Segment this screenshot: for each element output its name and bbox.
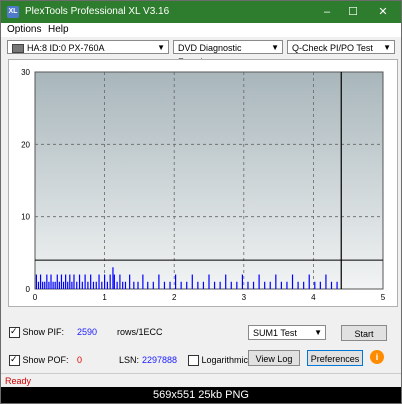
pif-unit: rows/1ECC xyxy=(117,327,163,337)
app-icon: XL xyxy=(7,6,19,18)
test-select-value: Q-Check PI/PO Test xyxy=(292,43,373,53)
logarithmic-row: Logarithmic xyxy=(188,355,249,367)
preferences-button[interactable]: Preferences xyxy=(307,350,363,366)
maximize-button[interactable]: ☐ xyxy=(341,4,365,20)
close-button[interactable]: ✕ xyxy=(371,4,395,20)
drive-select[interactable]: HA:8 ID:0 PX-760A ▼ xyxy=(7,40,169,54)
function-select[interactable]: DVD Diagnostic Functions ▼ xyxy=(173,40,283,67)
pof-value: 0 xyxy=(77,355,83,365)
app-window: XL PlexTools Professional XL V3.16 – ☐ ✕… xyxy=(0,0,402,404)
status-bar: Ready xyxy=(1,373,401,387)
view-log-button[interactable]: View Log xyxy=(248,350,300,366)
y-tick-label: 20 xyxy=(21,140,30,149)
logarithmic-label: Logarithmic xyxy=(201,355,249,365)
start-button[interactable]: Start xyxy=(341,325,387,341)
sum-test-select-value: SUM1 Test xyxy=(253,328,297,338)
show-pif-row: Show PIF: xyxy=(9,326,65,339)
drive-select-value: HA:8 ID:0 PX-760A xyxy=(27,43,105,53)
y-tick-label: 0 xyxy=(26,285,31,294)
window-title: PlexTools Professional XL V3.16 xyxy=(25,6,170,17)
title-bar[interactable]: XL PlexTools Professional XL V3.16 – ☐ ✕ xyxy=(1,1,401,23)
x-tick-label: 5 xyxy=(381,293,386,302)
minimize-button[interactable]: – xyxy=(315,4,339,20)
y-tick-label: 30 xyxy=(21,68,30,77)
chevron-down-icon: ▼ xyxy=(383,43,391,52)
x-tick-label: 0 xyxy=(33,293,38,302)
pi-po-chart: 0 1 2 3 4 5 0 10 20 30 xyxy=(21,68,386,302)
plot-background xyxy=(34,71,384,290)
pif-value: 2590 xyxy=(77,327,98,337)
drive-icon xyxy=(12,44,24,54)
lsn-value: 2297888 xyxy=(142,355,178,365)
show-pif-label: Show PIF: xyxy=(22,327,65,337)
y-axis-ticks: 0 10 20 30 xyxy=(21,68,30,294)
x-tick-label: 4 xyxy=(311,293,316,302)
menu-bar: Options Help xyxy=(1,23,401,37)
image-caption: 569x551 25kb PNG xyxy=(1,387,401,403)
x-tick-label: 2 xyxy=(172,293,177,302)
info-icon[interactable]: i xyxy=(370,350,384,364)
show-pof-row: Show POF: xyxy=(9,354,69,367)
x-tick-label: 1 xyxy=(102,293,107,302)
chevron-down-icon: ▼ xyxy=(314,328,322,337)
test-select[interactable]: Q-Check PI/PO Test ▼ xyxy=(287,40,395,54)
show-pof-label: Show POF: xyxy=(22,355,69,365)
chevron-down-icon: ▼ xyxy=(271,43,279,52)
sum-test-select[interactable]: SUM1 Test ▼ xyxy=(248,325,326,340)
chevron-down-icon: ▼ xyxy=(157,43,165,52)
chart-panel: 0 1 2 3 4 5 0 10 20 30 xyxy=(8,59,398,307)
show-pif-checkbox[interactable] xyxy=(9,326,20,339)
menu-options[interactable]: Options xyxy=(7,24,41,35)
show-pof-checkbox[interactable] xyxy=(9,354,20,367)
lsn-label: LSN: xyxy=(119,355,140,365)
logarithmic-checkbox[interactable] xyxy=(188,355,199,367)
menu-help[interactable]: Help xyxy=(48,24,69,35)
x-tick-label: 3 xyxy=(242,293,247,302)
status-text: Ready xyxy=(5,376,32,386)
y-tick-label: 10 xyxy=(21,213,30,222)
x-axis-ticks: 0 1 2 3 4 5 xyxy=(33,293,386,302)
